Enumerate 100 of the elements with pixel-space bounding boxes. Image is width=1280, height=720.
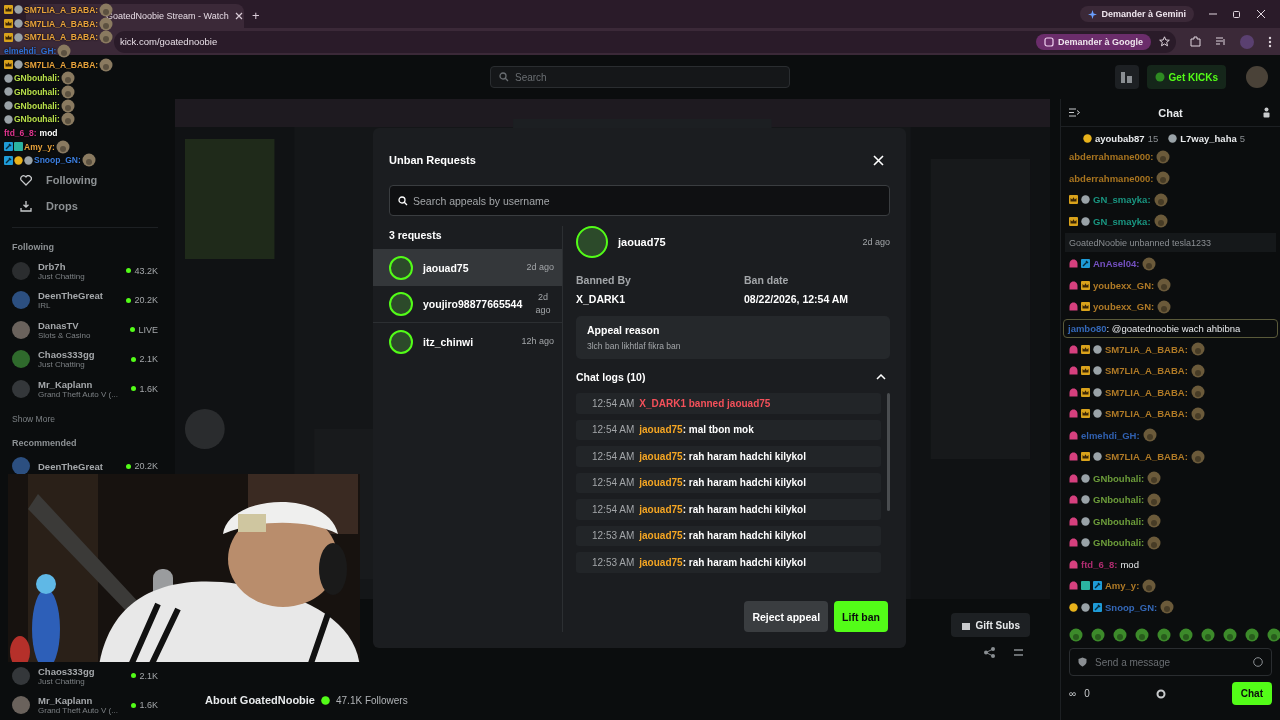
channel-category: Grand Theft Auto V (... (38, 389, 119, 399)
channel-name[interactable]: DanasTV (38, 319, 123, 331)
gift-subs-button[interactable]: Gift Subs (950, 613, 1030, 637)
avatar (12, 291, 30, 310)
chat-username[interactable]: abderrahmane000: (1069, 151, 1154, 163)
section-title: Following (12, 242, 55, 252)
get-kicks-button[interactable]: Get KICKs (1146, 65, 1226, 89)
settings-icon[interactable] (1155, 688, 1166, 699)
chat-send-button[interactable]: Chat (1231, 682, 1272, 705)
close-icon[interactable] (1256, 9, 1266, 19)
gift-badge-icon (1081, 581, 1090, 591)
chat-username[interactable]: SM7LIA_A_BABA: (1105, 451, 1188, 463)
crown-icon (4, 5, 13, 15)
library-button[interactable] (1114, 65, 1139, 89)
emote-icon (1091, 628, 1105, 642)
hammer-icon (1093, 581, 1102, 591)
chat-username[interactable]: jambo80 (1068, 322, 1107, 334)
chat-username[interactable]: ftd_6_8: (1081, 558, 1118, 570)
channel-name[interactable]: Chaos333gg (38, 665, 124, 677)
chat-username[interactable]: youbexx_GN: (1093, 301, 1155, 313)
chat-username[interactable]: SM7LIA_A_BABA: (1105, 343, 1188, 355)
show-more-link[interactable]: Show More (12, 413, 158, 424)
emote-icon (60, 71, 75, 86)
emote-icon (57, 43, 72, 58)
emote-icon (1142, 428, 1157, 443)
channel-name[interactable]: DeenTheGreat (38, 290, 119, 302)
reject-appeal-button[interactable]: Reject appeal (744, 601, 829, 632)
channel-category: IRL (38, 301, 52, 311)
channel-name[interactable]: Drb7h (38, 260, 119, 272)
chat-username[interactable]: youbexx_GN: (1093, 279, 1155, 291)
lift-ban-button[interactable]: Lift ban (834, 601, 888, 632)
avatar (12, 320, 30, 339)
address-bar[interactable]: kick.com/goatednoobie Demander à Google (114, 30, 1176, 53)
channel-name[interactable]: DeenTheGreat (38, 460, 119, 472)
sub-badge-icon (1069, 538, 1078, 548)
chat-username[interactable]: abderrahmane000: (1069, 172, 1154, 184)
chat-username[interactable]: AnAsel04: (1093, 258, 1140, 270)
chat-username[interactable]: Snoop_GN: (1105, 601, 1158, 613)
gift-badge-icon (14, 142, 23, 152)
emote-icon (1113, 628, 1127, 642)
sub-badge-icon (1069, 430, 1078, 440)
gemini-button[interactable]: Demander à Gemini (1080, 6, 1194, 22)
chat-username[interactable]: SM7LIA_A_BABA: (1105, 408, 1188, 420)
nav-link[interactable]: Drops (12, 193, 158, 219)
new-tab-button[interactable]: + (252, 4, 260, 28)
channel-name[interactable]: Mr_Kaplann (38, 695, 124, 707)
chat-username[interactable]: GN_smayka: (1093, 194, 1151, 206)
users-icon[interactable] (1261, 107, 1272, 118)
google-lens-button[interactable]: Demander à Google (1035, 33, 1151, 50)
channel-category: Just Chatting (38, 676, 86, 686)
restore-icon[interactable] (1232, 9, 1242, 19)
chat-username[interactable]: elmehdi_GH: (1081, 429, 1140, 441)
chat-username[interactable]: GNbouhali: (1093, 515, 1145, 527)
chat-username[interactable]: GNbouhali: (1093, 472, 1145, 484)
crown-icon (4, 32, 13, 42)
sub-badge-icon (1069, 387, 1078, 397)
overlay-username: SM7LIA_A_BABA: (24, 59, 99, 70)
sub-badge-icon (1069, 302, 1078, 312)
star-icon[interactable] (1159, 36, 1170, 47)
emote-icon (1156, 171, 1171, 186)
collapse-icon[interactable] (1069, 108, 1080, 117)
chat-title: Chat (1158, 106, 1183, 119)
overlay-username: GNbouhali: (14, 114, 60, 125)
search-icon (499, 72, 509, 82)
channel-name[interactable]: Chaos333gg (38, 349, 124, 361)
emote-icon (1160, 600, 1175, 615)
chat-username[interactable]: GNbouhali: (1093, 537, 1145, 549)
coin-icon (1083, 134, 1092, 143)
search-field[interactable]: Search (490, 66, 790, 88)
chat-username[interactable]: GNbouhali: (1093, 494, 1145, 506)
emote-icon (1135, 628, 1149, 642)
top-gifter[interactable]: L7way_haha 5 (1168, 133, 1245, 144)
emote-icon (1245, 628, 1259, 642)
message-field[interactable]: Send a message (1069, 648, 1272, 676)
top-gifter[interactable]: ayoubab87 15 (1083, 133, 1159, 144)
avatar (12, 350, 30, 369)
sub-badge-icon (1069, 280, 1078, 290)
emote-icon (1147, 492, 1162, 507)
library-icon (1121, 71, 1133, 83)
emote-icon (60, 98, 75, 113)
sub-badge-icon (1069, 516, 1078, 526)
media-icon[interactable] (1215, 36, 1226, 47)
emote-icon (1157, 299, 1172, 314)
avatar (12, 261, 30, 280)
channel-name[interactable]: Mr_Kaplann (38, 378, 124, 390)
share-icon[interactable] (984, 647, 995, 658)
viewer-count: 43.2K (126, 265, 158, 276)
chat-username[interactable]: Amy_y: (1105, 580, 1140, 592)
overlay-username: elmehdi_GH: (4, 45, 57, 56)
chat-username[interactable]: SM7LIA_A_BABA: (1105, 365, 1188, 377)
nav-link[interactable]: Following (12, 167, 158, 193)
overlay-username: GNbouhali: (14, 100, 60, 111)
menu-icon[interactable] (1268, 35, 1272, 48)
hammer-icon (1081, 259, 1090, 269)
close-icon[interactable] (234, 12, 243, 20)
emote-icon (1201, 628, 1215, 642)
emote-icon (1157, 628, 1171, 642)
emote-icon (1153, 192, 1168, 207)
chat-username[interactable]: GN_smayka: (1093, 215, 1151, 227)
chat-username[interactable]: SM7LIA_A_BABA: (1105, 386, 1188, 398)
